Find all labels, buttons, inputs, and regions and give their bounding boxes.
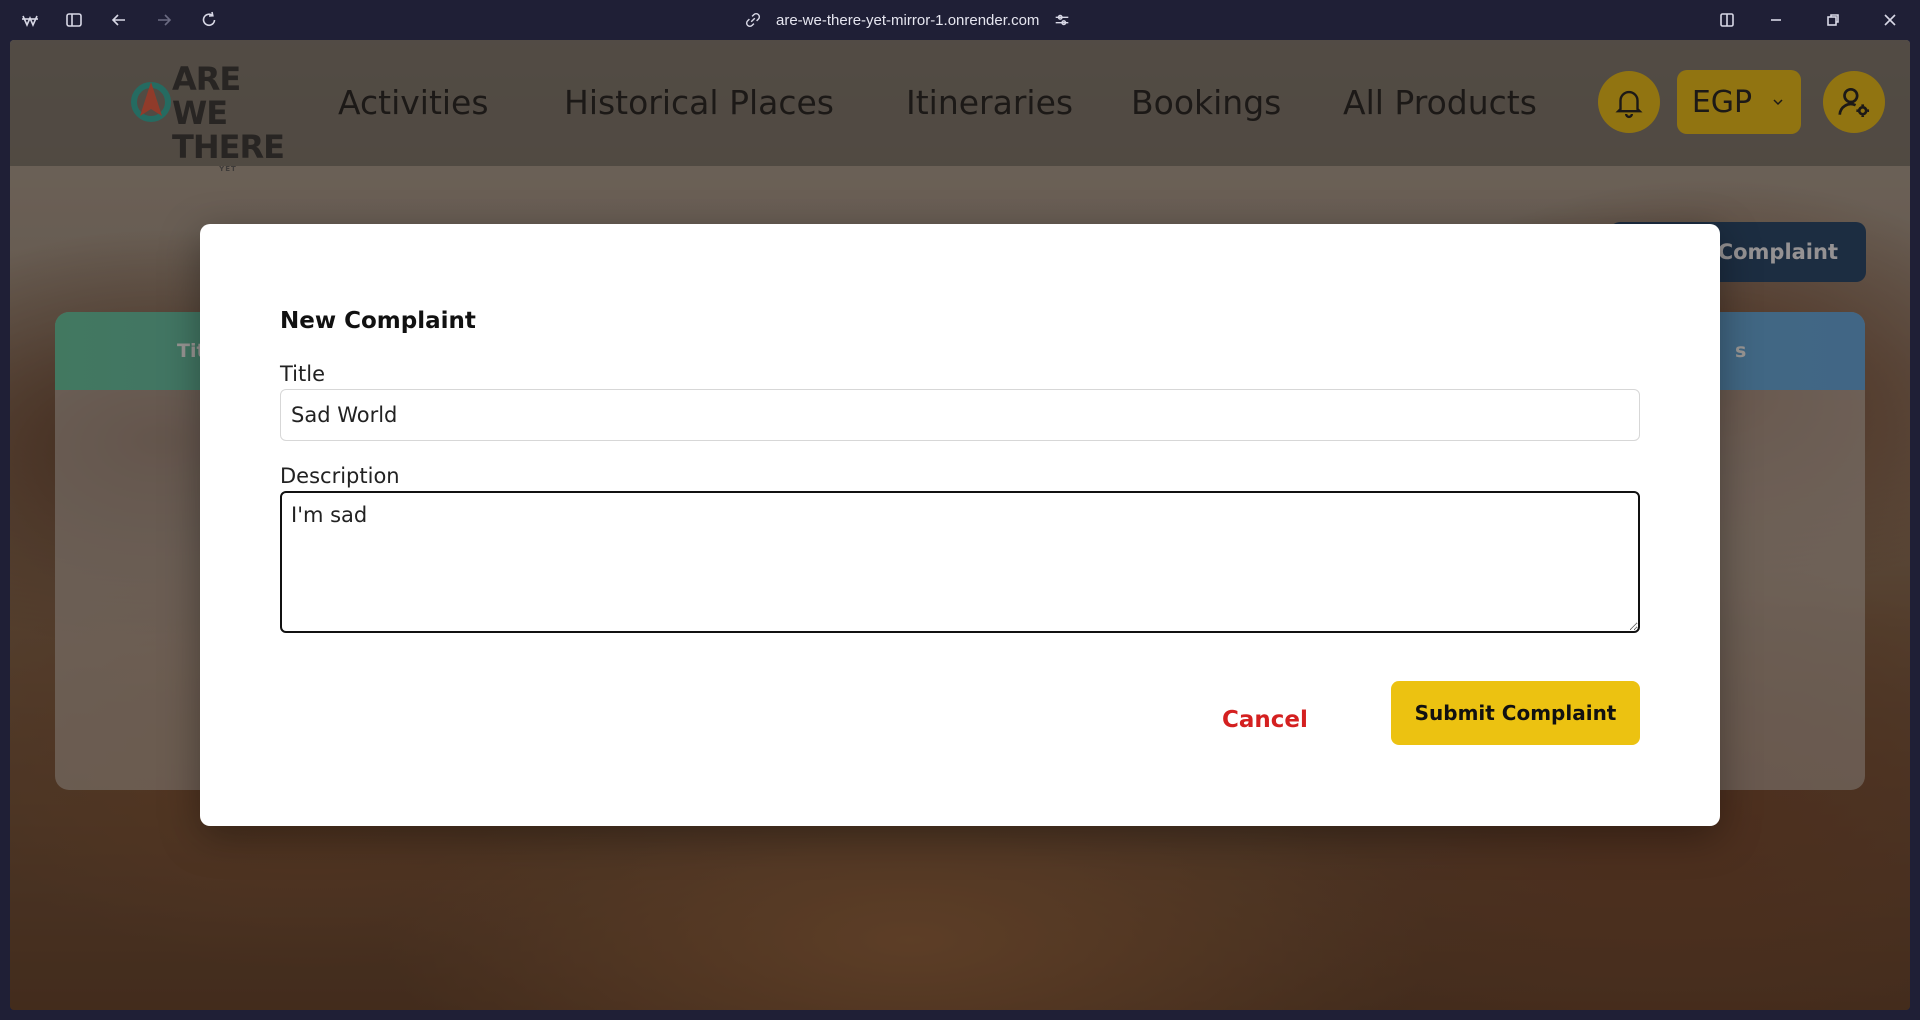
close-window-icon[interactable]: [1878, 8, 1902, 32]
split-view-icon[interactable]: [1715, 8, 1739, 32]
browser-logo-icon[interactable]: [18, 8, 42, 32]
title-label: Title: [280, 362, 326, 386]
description-label: Description: [280, 464, 400, 488]
description-textarea[interactable]: I'm sad: [280, 491, 1640, 633]
minimize-icon[interactable]: [1764, 8, 1788, 32]
browser-toolbar: are-we-there-yet-mirror-1.onrender.com: [0, 0, 1920, 40]
submit-complaint-button[interactable]: Submit Complaint: [1391, 681, 1640, 745]
title-input[interactable]: [280, 389, 1640, 441]
cancel-button[interactable]: Cancel: [1222, 700, 1308, 740]
modal-title: New Complaint: [280, 308, 476, 334]
site-settings-icon[interactable]: [1053, 11, 1071, 29]
back-arrow-icon[interactable]: [107, 8, 131, 32]
new-complaint-modal: New Complaint Title Description I'm sad …: [200, 224, 1720, 826]
forward-arrow-icon[interactable]: [152, 8, 176, 32]
restore-icon[interactable]: [1821, 8, 1845, 32]
sidebar-toggle-icon[interactable]: [62, 8, 86, 32]
address-bar[interactable]: are-we-there-yet-mirror-1.onrender.com: [744, 9, 1071, 31]
url-text: are-we-there-yet-mirror-1.onrender.com: [776, 11, 1040, 29]
reload-icon[interactable]: [197, 8, 221, 32]
link-icon: [745, 12, 761, 28]
